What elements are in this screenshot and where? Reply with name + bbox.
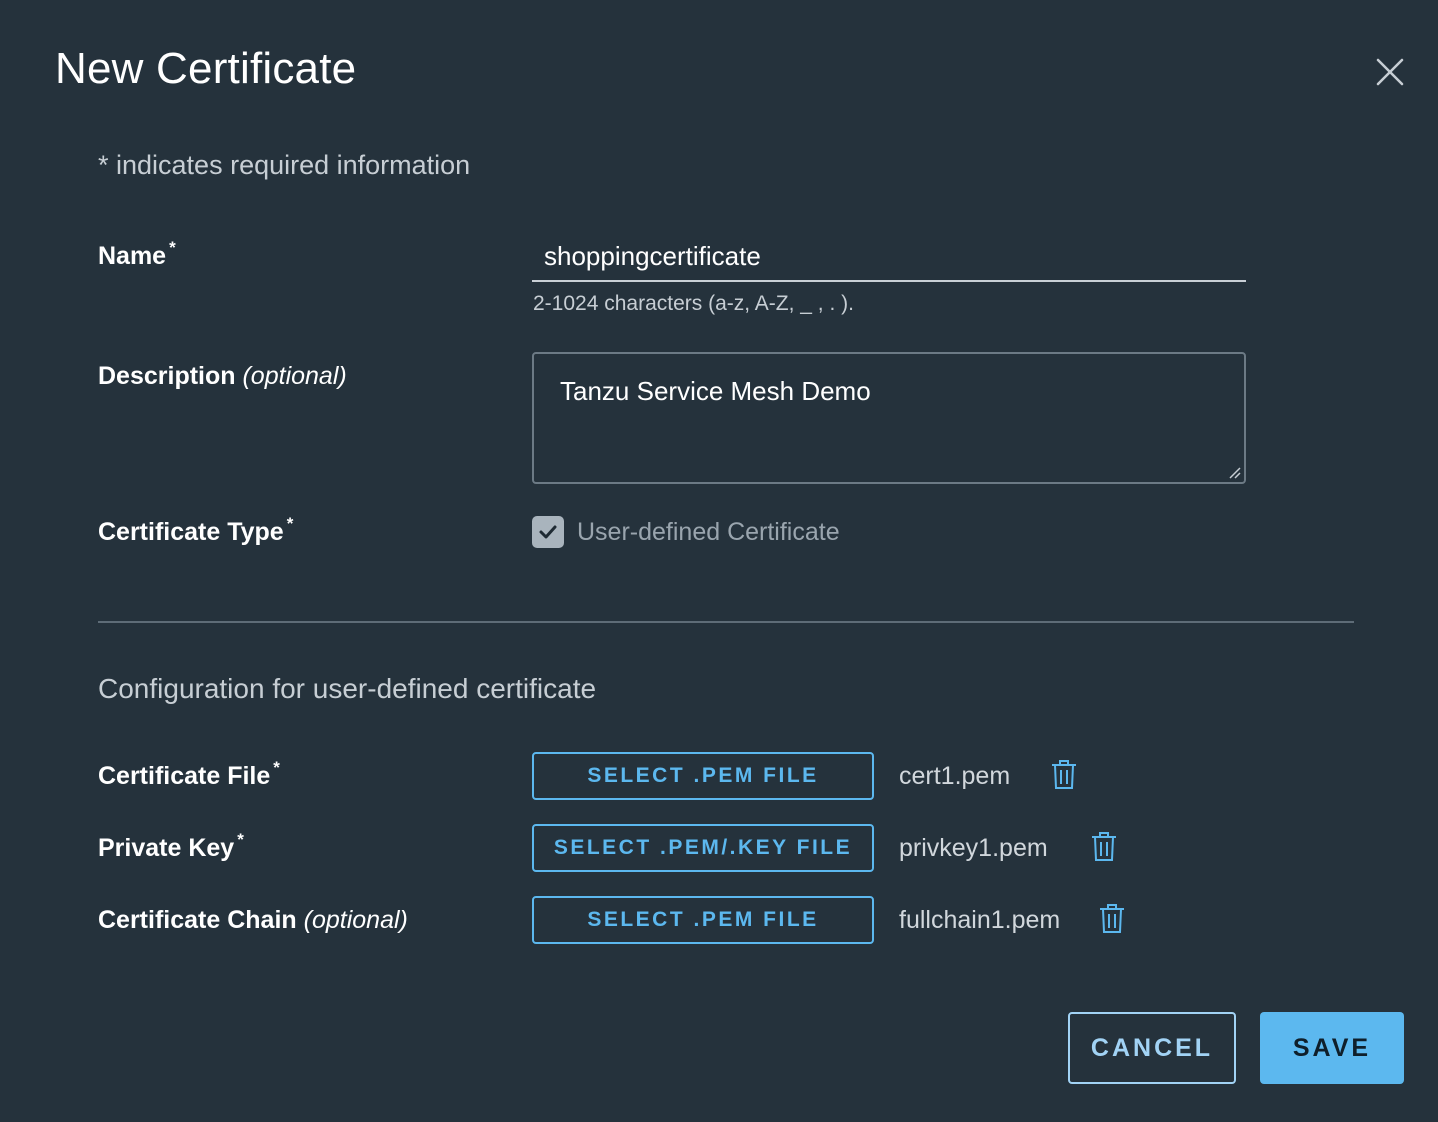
check-icon	[539, 525, 557, 539]
optional-text: (optional)	[242, 362, 347, 390]
dialog-title: New Certificate	[55, 44, 357, 93]
certificate-type-label: Certificate Type *	[98, 514, 293, 547]
save-button[interactable]: SAVE	[1260, 1012, 1404, 1084]
private-key-label-text: Private Key	[98, 834, 235, 862]
required-mark: *	[169, 238, 176, 257]
select-certificate-file-button[interactable]: SELECT .PEM FILE	[532, 752, 874, 800]
private-key-label: Private Key *	[98, 830, 244, 863]
trash-icon[interactable]	[1098, 904, 1126, 934]
required-mark: *	[273, 758, 280, 777]
name-helper-text: 2-1024 characters (a-z, A-Z, _ , . ).	[533, 292, 854, 315]
required-mark: *	[237, 830, 244, 849]
private-key-file-name: privkey1.pem	[899, 834, 1048, 862]
name-label-text: Name	[98, 242, 167, 270]
resize-grip-icon[interactable]	[1226, 464, 1242, 480]
trash-icon[interactable]	[1050, 760, 1078, 790]
cancel-button[interactable]: CANCEL	[1068, 1012, 1236, 1084]
certificate-chain-file-name: fullchain1.pem	[899, 906, 1061, 934]
description-label-text: Description	[98, 362, 236, 390]
description-label: Description (optional)	[98, 362, 347, 391]
close-icon	[1376, 58, 1404, 86]
certificate-file-name: cert1.pem	[899, 762, 1011, 790]
certificate-file-label: Certificate File *	[98, 758, 280, 791]
user-defined-certificate-label: User-defined Certificate	[577, 518, 840, 546]
certificate-chain-label-text: Certificate Chain	[98, 906, 297, 934]
certificate-type-label-text: Certificate Type	[98, 518, 284, 546]
section-divider	[98, 621, 1354, 623]
trash-icon[interactable]	[1090, 832, 1118, 862]
certificate-file-label-text: Certificate File	[98, 762, 271, 790]
certificate-chain-label: Certificate Chain (optional)	[98, 906, 408, 935]
new-certificate-dialog: New Certificate * indicates required inf…	[0, 0, 1438, 1122]
select-certificate-chain-button[interactable]: SELECT .PEM FILE	[532, 896, 874, 944]
name-input[interactable]	[532, 232, 1246, 282]
user-defined-certificate-checkbox[interactable]	[532, 516, 564, 548]
required-info-note: * indicates required information	[98, 150, 471, 180]
close-button[interactable]	[1370, 52, 1410, 92]
optional-text: (optional)	[303, 906, 408, 934]
description-textarea[interactable]: Tanzu Service Mesh Demo	[532, 352, 1246, 484]
name-label: Name *	[98, 238, 176, 271]
required-mark: *	[286, 514, 294, 533]
config-section-title: Configuration for user-defined certifica…	[98, 673, 597, 704]
select-private-key-button[interactable]: SELECT .PEM/.KEY FILE	[532, 824, 874, 872]
